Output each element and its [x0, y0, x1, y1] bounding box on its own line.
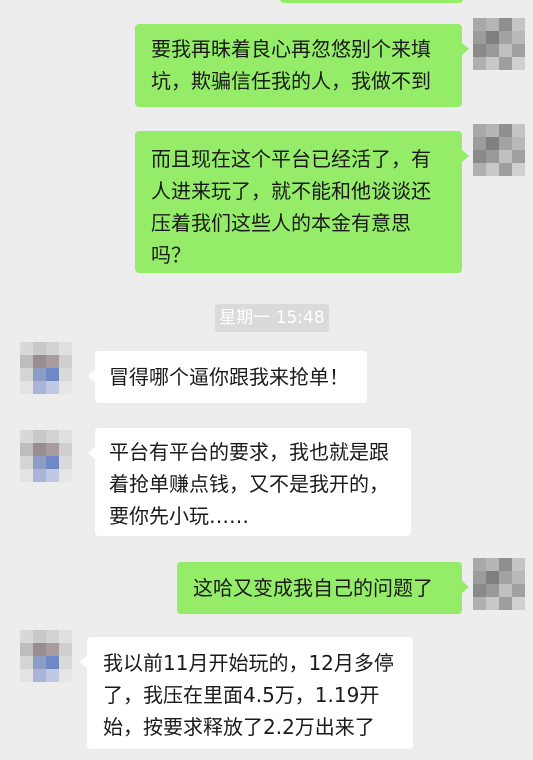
previous-message-bubble-edge — [280, 0, 463, 3]
message-bubble-incoming[interactable]: 我以前11月开始玩的，12月多停了，我压在里面4.5万，1.19开始，按要求释放… — [80, 637, 413, 749]
message-bubble-outgoing[interactable]: 这哈又变成我自己的问题了 — [177, 562, 469, 614]
message-bubble-outgoing[interactable]: 要我再昧着良心再忽悠别个来填坑，欺骗信任我的人，我做不到 — [135, 24, 469, 107]
avatar-self[interactable] — [473, 18, 525, 70]
message-bubble-outgoing[interactable]: 而且现在这个平台已经活了，有人进来玩了，就不能和他谈谈还压着我们这些人的本金有意… — [135, 131, 469, 273]
message-bubble-incoming[interactable]: 平台有平台的要求，我也就是跟着抢单赚点钱，又不是我开的，要你先小玩…… — [88, 428, 411, 536]
avatar-contact[interactable] — [20, 342, 72, 394]
avatar-contact[interactable] — [20, 430, 72, 482]
message-bubble-incoming[interactable]: 冒得哪个逼你跟我来抢单！ — [88, 351, 367, 403]
time-divider: 星期一 15:48 — [215, 304, 329, 332]
avatar-self[interactable] — [473, 124, 525, 176]
avatar-self[interactable] — [473, 558, 525, 610]
avatar-contact[interactable] — [20, 630, 72, 682]
chat-window: 要我再昧着良心再忽悠别个来填坑，欺骗信任我的人，我做不到 而且现在这个平台已经活… — [0, 0, 533, 760]
